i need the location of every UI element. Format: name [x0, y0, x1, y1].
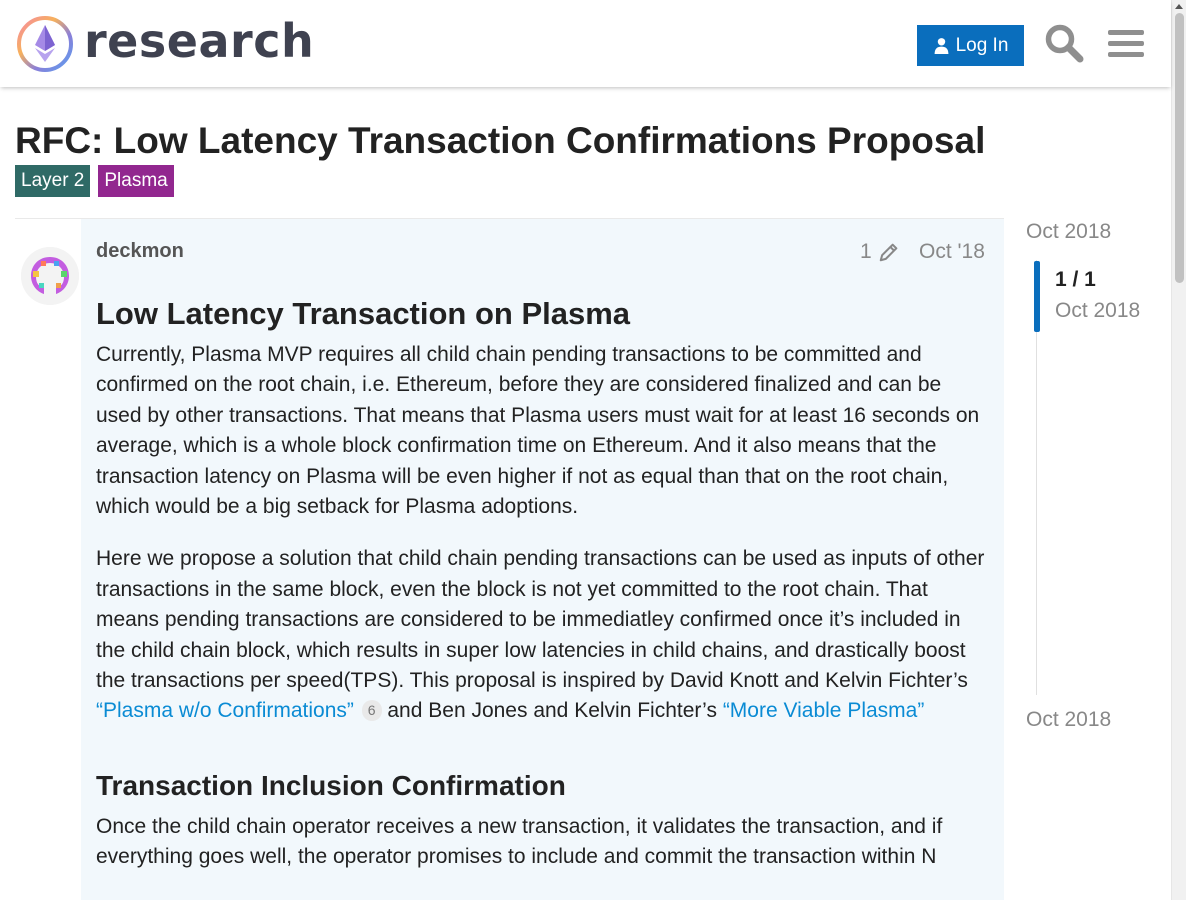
paragraph-text: Here we propose a solution that child ch… — [96, 547, 985, 693]
link-more-viable-plasma[interactable]: “More Viable Plasma” — [723, 699, 925, 722]
topic-tags: Layer 2 Plasma — [15, 165, 174, 197]
post-date[interactable]: Oct '18 — [919, 240, 985, 264]
post-paragraph: Currently, Plasma MVP requires all child… — [96, 343, 980, 519]
search-icon[interactable] — [1043, 21, 1085, 65]
tag-plasma[interactable]: Plasma — [98, 165, 174, 197]
edit-count: 1 — [860, 240, 872, 263]
tag-layer-2[interactable]: Layer 2 — [15, 165, 91, 197]
site-header: research Log In — [0, 0, 1171, 87]
topic-title[interactable]: RFC: Low Latency Transaction Confirmatio… — [15, 120, 985, 162]
pencil-icon — [879, 243, 898, 262]
post-content: Low Latency Transaction on Plasma Curren… — [96, 292, 986, 895]
page-scrollbar[interactable] — [1171, 0, 1186, 900]
timeline-position-date: Oct 2018 — [1055, 299, 1141, 322]
logo-text[interactable]: research — [84, 14, 314, 68]
login-label: Log In — [955, 34, 1009, 56]
post-heading-1: Low Latency Transaction on Plasma — [96, 296, 631, 331]
post-username[interactable]: deckmon — [96, 240, 184, 263]
post-paragraph: Here we propose a solution that child ch… — [96, 544, 986, 726]
post-heading-2: Transaction Inclusion Confirmation — [96, 769, 566, 801]
timeline-handle[interactable] — [1034, 261, 1040, 332]
scroll-up-arrow-icon[interactable] — [1175, 4, 1183, 9]
link-click-count-badge: 6 — [361, 700, 382, 722]
hamburger-menu-icon[interactable] — [1105, 21, 1147, 65]
ethereum-research-logo-icon[interactable] — [16, 15, 74, 73]
timeline-position[interactable]: 1 / 1 — [1055, 268, 1096, 292]
timeline-start-date[interactable]: Oct 2018 — [1026, 220, 1111, 244]
user-icon — [934, 38, 948, 54]
post-paragraph: Once the child chain operator receives a… — [96, 814, 943, 869]
scroll-thumb[interactable] — [1175, 13, 1184, 283]
timeline-end-date[interactable]: Oct 2018 — [1026, 708, 1111, 732]
paragraph-text: and Ben Jones and Kelvin Fichter’s — [381, 699, 723, 723]
login-button[interactable]: Log In — [917, 25, 1024, 66]
link-plasma-without-confirmations[interactable]: “Plasma w/o Confirmations” — [96, 699, 354, 722]
edit-history[interactable]: 1 — [860, 240, 900, 264]
avatar[interactable] — [21, 247, 79, 305]
